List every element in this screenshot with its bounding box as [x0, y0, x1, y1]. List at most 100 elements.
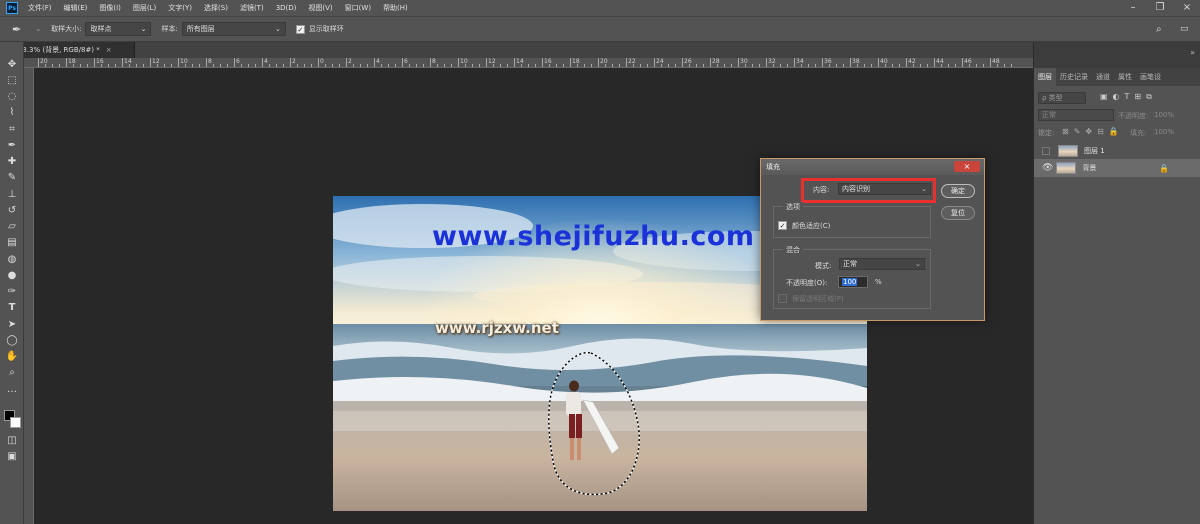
eye-icon[interactable]: 👁 — [1042, 163, 1053, 173]
brush-icon[interactable]: ✎ — [4, 171, 20, 185]
ruler-tick — [892, 64, 893, 67]
tool-preset-chevron-icon[interactable]: ⌄ — [35, 25, 41, 33]
ruler-tick — [409, 64, 410, 67]
ruler-tick — [752, 64, 753, 67]
screen-mode-icon[interactable]: ▣ — [4, 450, 20, 464]
filter-icons[interactable]: ▣◐T⊞⧉ — [1100, 92, 1157, 102]
zoom-icon[interactable]: ⌕ — [4, 366, 20, 380]
tab-channels[interactable]: 通道 — [1092, 68, 1114, 86]
layer-row-layer1[interactable]: 图层 1 — [1034, 142, 1200, 160]
ellipse-icon[interactable]: ◯ — [4, 334, 20, 348]
menu-view[interactable]: 视图(V) — [308, 3, 332, 13]
menu-type[interactable]: 文字(Y) — [168, 3, 192, 13]
tab-layers[interactable]: 图层 — [1034, 68, 1056, 86]
eraser-icon[interactable]: ▱ — [4, 220, 20, 234]
menu-filter[interactable]: 滤镜(T) — [240, 3, 264, 13]
close-window-icon[interactable]: × — [1178, 0, 1196, 16]
tab-brush-settings[interactable]: 画笔设 — [1136, 68, 1165, 86]
color-adaptation-label: 颜色适应(C) — [792, 222, 831, 230]
ruler-tick — [52, 64, 53, 67]
ruler-tick — [878, 58, 879, 67]
fill-dialog: 填充 × 内容: 内容识别 ⌄ 选项 ✓ 颜色适应(C) 混合 模式: 正常 ⌄… — [760, 158, 985, 321]
opacity-value[interactable]: 100% — [1154, 111, 1174, 119]
menu-layer[interactable]: 图层(L) — [133, 3, 156, 13]
layer-thumbnail — [1058, 145, 1078, 157]
search-icon[interactable]: ⌕ — [1156, 24, 1162, 35]
sample-size-select[interactable]: 取样点 ⌄ — [85, 22, 152, 36]
pen-icon[interactable]: ✑ — [4, 285, 20, 299]
color-adaptation-checkbox[interactable]: ✓ — [778, 221, 787, 230]
ok-button[interactable]: 确定 — [941, 184, 975, 198]
quick-select-icon[interactable]: ⌇ — [4, 106, 20, 120]
layer-row-background[interactable]: 👁 背景 🔒 — [1034, 159, 1200, 177]
maximize-icon[interactable]: ❐ — [1151, 0, 1169, 16]
layer-filter-select[interactable]: ρ 类型 — [1038, 92, 1086, 104]
background-color-swatch[interactable] — [10, 417, 21, 428]
ruler-tick — [668, 64, 669, 67]
ruler-tick — [766, 58, 767, 67]
history-brush-icon[interactable]: ↺ — [4, 204, 20, 218]
mode-select[interactable]: 正常 ⌄ — [839, 258, 925, 270]
ruler-tick — [311, 64, 312, 67]
ruler-tick — [472, 64, 473, 67]
blur-icon[interactable]: ◍ — [4, 253, 20, 267]
tools-panel: ✥ ⬚ ◌ ⌇ ⌗ ✒ ✚ ✎ ⊥ ↺ ▱ ▤ ◍ ● ✑ T ➤ ◯ ✋ ⌕ … — [0, 42, 24, 524]
ruler-tick — [836, 64, 837, 67]
menu-window[interactable]: 窗口(W) — [345, 3, 371, 13]
menu-select[interactable]: 选择(S) — [204, 3, 228, 13]
tab-properties[interactable]: 属性 — [1114, 68, 1136, 86]
ruler-label: 18 — [572, 58, 580, 65]
ruler-tick — [941, 64, 942, 67]
healing-icon[interactable]: ✚ — [4, 155, 20, 169]
preserve-transparency-checkbox[interactable] — [778, 294, 787, 303]
marquee-icon[interactable]: ⬚ — [4, 74, 20, 88]
ruler-label: 12 — [152, 58, 160, 65]
fill-value[interactable]: 100% — [1154, 128, 1174, 136]
reset-button[interactable]: 复位 — [941, 206, 975, 220]
eyedropper-tool-icon[interactable]: ✒ — [12, 23, 21, 36]
show-ring-checkbox[interactable]: ✓ — [295, 24, 305, 34]
sample-select[interactable]: 所有图层 ⌄ — [181, 22, 286, 36]
dodge-icon[interactable]: ● — [4, 269, 20, 283]
menu-3d[interactable]: 3D(D) — [276, 4, 297, 12]
menu-image[interactable]: 图像(I) — [99, 3, 121, 13]
path-select-icon[interactable]: ➤ — [4, 318, 20, 332]
ruler-tick — [864, 64, 865, 67]
crop-icon[interactable]: ⌗ — [4, 123, 20, 137]
ruler-tick — [1011, 64, 1012, 67]
close-tab-icon[interactable]: × — [106, 46, 112, 54]
ruler-tick — [542, 58, 543, 67]
ruler-tick — [479, 64, 480, 67]
blend-mode-select[interactable]: 正常 — [1038, 109, 1114, 121]
ruler-tick — [885, 64, 886, 67]
gradient-icon[interactable]: ▤ — [4, 236, 20, 250]
stamp-icon[interactable]: ⊥ — [4, 188, 20, 202]
eyedropper-icon[interactable]: ✒ — [4, 139, 20, 153]
dialog-close-button[interactable]: × — [954, 161, 980, 172]
menu-file[interactable]: 文件(F) — [28, 3, 52, 13]
opacity-input[interactable]: 100 — [838, 276, 868, 288]
quick-mask-icon[interactable]: ◫ — [4, 434, 20, 448]
ruler-tick — [990, 58, 991, 67]
menu-edit[interactable]: 编辑(E) — [64, 3, 88, 13]
workspace-icon[interactable]: ▭ — [1180, 24, 1189, 34]
minimize-icon[interactable]: – — [1124, 0, 1142, 16]
hand-icon[interactable]: ✋ — [4, 350, 20, 364]
visibility-toggle[interactable] — [1042, 147, 1050, 155]
ruler-tick — [829, 64, 830, 67]
ruler-tick — [780, 64, 781, 67]
collapse-panels-icon[interactable]: » — [1190, 48, 1195, 57]
tab-history[interactable]: 历史记录 — [1056, 68, 1092, 86]
more-icon[interactable]: … — [4, 383, 20, 397]
type-icon[interactable]: T — [4, 301, 20, 315]
lock-icons[interactable]: ⊠✎✥⊟🔒 — [1062, 127, 1124, 136]
ruler-tick — [948, 64, 949, 67]
menu-bar: Ps 文件(F) 编辑(E) 图像(I) 图层(L) 文字(Y) 选择(S) 滤… — [0, 0, 1200, 16]
lasso-icon[interactable]: ◌ — [4, 90, 20, 104]
layer-thumbnail — [1056, 162, 1077, 174]
ruler-tick — [220, 64, 221, 67]
menu-help[interactable]: 帮助(H) — [383, 3, 408, 13]
move-icon[interactable]: ✥ — [4, 58, 20, 72]
sample-value: 所有图层 — [186, 25, 215, 33]
preserve-transparency-label: 保留透明区域(P) — [792, 295, 844, 303]
